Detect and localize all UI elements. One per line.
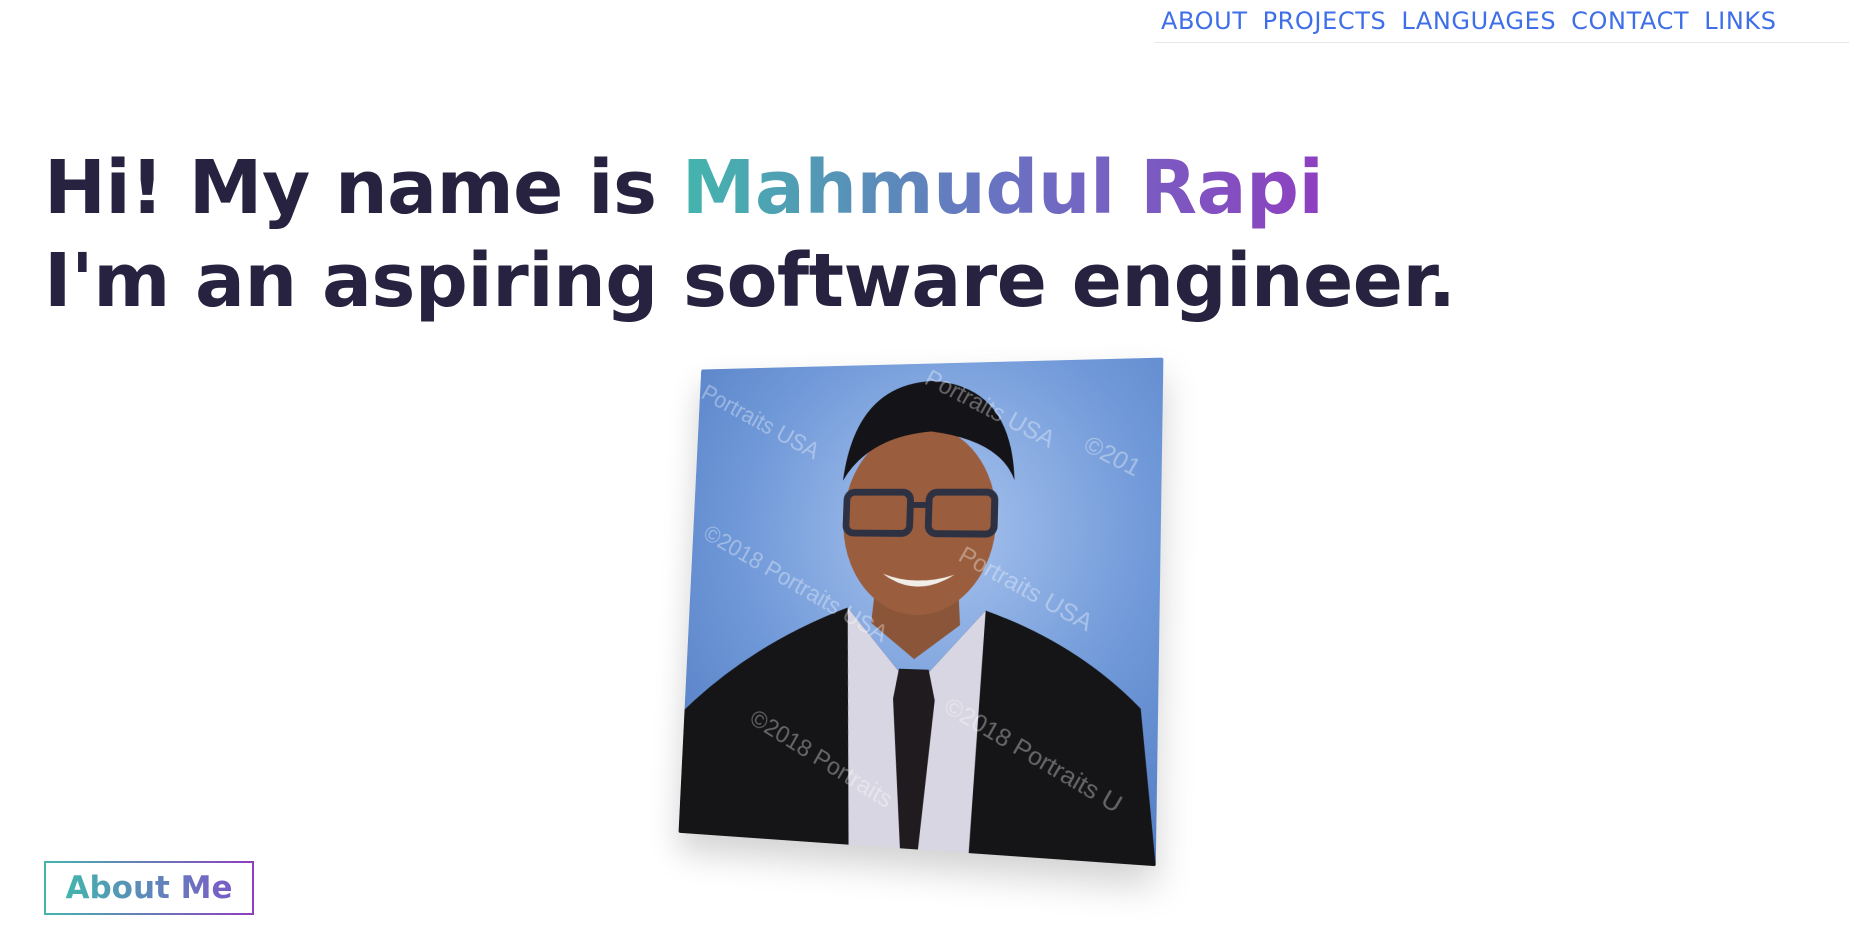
nav-link-links[interactable]: LINKS bbox=[1704, 6, 1776, 36]
nav-link-languages[interactable]: LANGUAGES bbox=[1401, 6, 1556, 36]
about-me-label: About Me bbox=[65, 870, 232, 906]
profile-photo-frame: Portraits USA ©2018 Portraits USA Portra… bbox=[676, 359, 1152, 845]
hero-section: Hi! My name is Mahmudul Rapi I'm an aspi… bbox=[44, 142, 1456, 328]
top-nav: ABOUT PROJECTS LANGUAGES CONTACT LINKS bbox=[1155, 0, 1849, 43]
about-me-button[interactable]: About Me bbox=[44, 861, 254, 915]
hero-intro: Hi! My name is bbox=[44, 145, 682, 231]
hero-heading: Hi! My name is Mahmudul Rapi bbox=[44, 142, 1456, 235]
nav-link-projects[interactable]: PROJECTS bbox=[1263, 6, 1387, 36]
nav-link-contact[interactable]: CONTACT bbox=[1571, 6, 1689, 36]
profile-photo: Portraits USA ©2018 Portraits USA Portra… bbox=[679, 358, 1164, 867]
hero-tagline: I'm an aspiring software engineer. bbox=[44, 235, 1456, 328]
nav-links: ABOUT PROJECTS LANGUAGES CONTACT LINKS bbox=[1161, 6, 1777, 36]
portrait-image: Portraits USA ©2018 Portraits USA Portra… bbox=[679, 358, 1164, 867]
nav-link-about[interactable]: ABOUT bbox=[1161, 6, 1248, 36]
hero-name: Mahmudul Rapi bbox=[682, 145, 1324, 231]
